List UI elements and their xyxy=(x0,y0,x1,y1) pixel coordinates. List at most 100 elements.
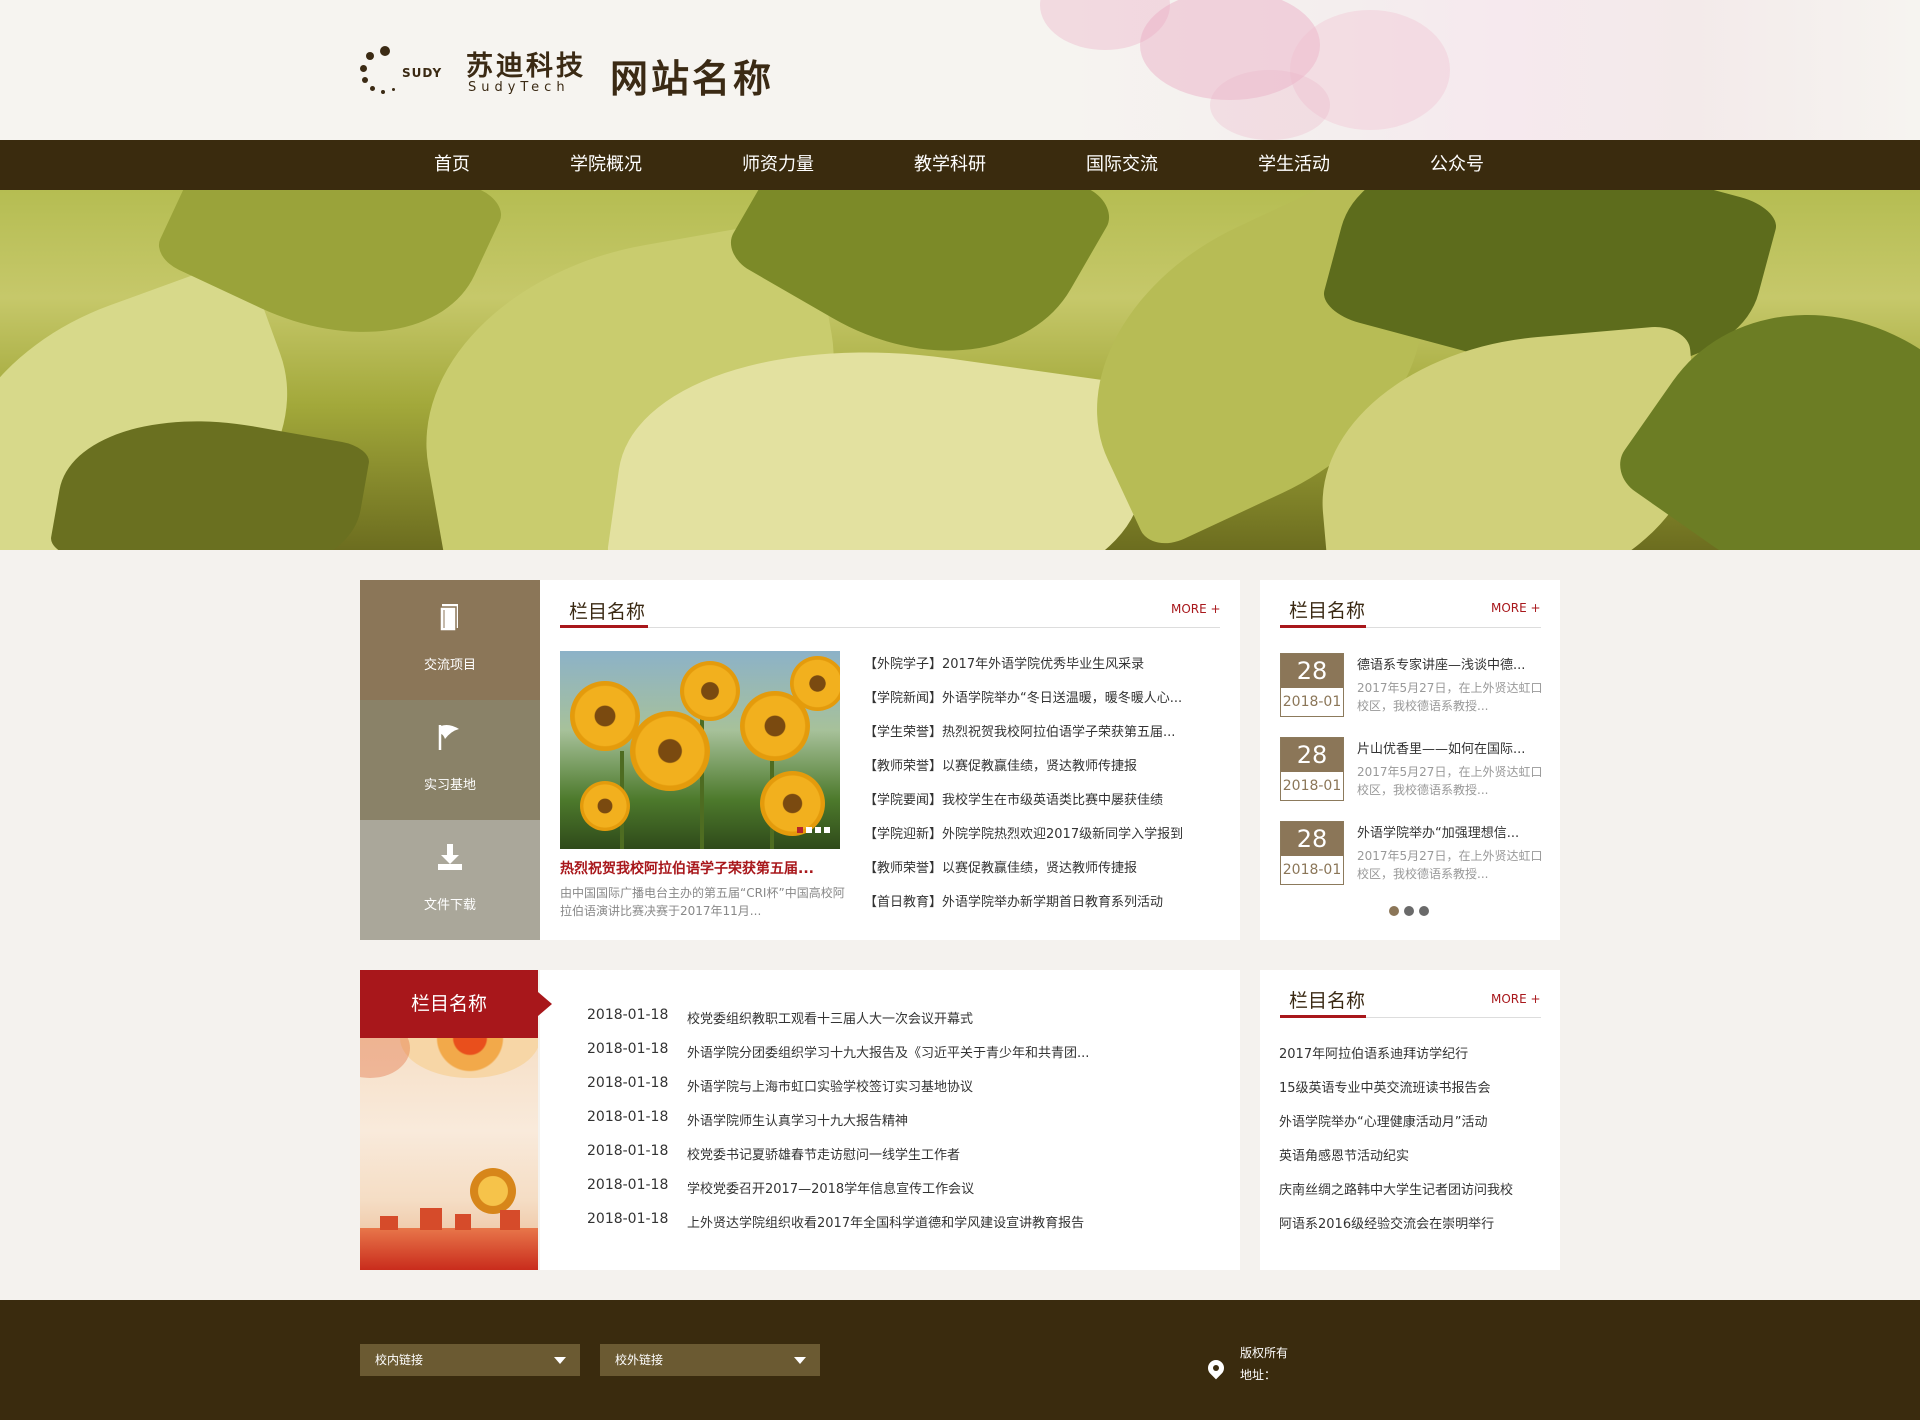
notice-date: 2018-01-18 xyxy=(587,1177,669,1193)
notice-date: 2018-01-18 xyxy=(587,1007,669,1023)
carousel-dot[interactable] xyxy=(1404,906,1414,916)
news-item[interactable]: 【学院迎新】外院学院热烈欢迎2017级新同学入学报到 xyxy=(864,823,1183,842)
nav-item-research[interactable]: 教学科研 xyxy=(914,140,986,190)
nav-item-student[interactable]: 学生活动 xyxy=(1258,140,1330,190)
links-section-title: 栏目名称 xyxy=(1289,990,1366,1012)
quick-link-internship[interactable]: 实习基地 xyxy=(360,700,540,820)
book-icon xyxy=(360,602,540,640)
event-desc: 2017年5月27日，在上外贤达虹口校区，我校德语系教授... xyxy=(1357,849,1543,881)
section-title-underline xyxy=(560,625,648,628)
location-pin-icon-hole xyxy=(1213,1365,1219,1371)
events-section-title: 栏目名称 xyxy=(1289,600,1366,622)
petal-decoration xyxy=(1210,70,1330,140)
section-divider xyxy=(560,627,1220,628)
event-title[interactable]: 德语系专家讲座—浅谈中德... xyxy=(1357,654,1525,673)
event-year-month: 2018-01 xyxy=(1281,856,1343,884)
notice-date: 2018-01-18 xyxy=(587,1075,669,1091)
section-title-underline xyxy=(1280,1015,1366,1018)
site-header: SUDY 苏迪科技 SudyTech 网站名称 xyxy=(0,0,1920,140)
notice-title[interactable]: 外语学院与上海市虹口实验学校签订实习基地协议 xyxy=(687,1076,973,1095)
event-day: 28 xyxy=(1281,822,1343,856)
quick-link-exchange[interactable]: 交流项目 xyxy=(360,580,540,700)
site-title: 网站名称 xyxy=(610,57,775,101)
quick-link-label: 文件下载 xyxy=(423,898,476,913)
notice-title[interactable]: 外语学院分团委组织学习十九大报告及《习近平关于青少年和共青团... xyxy=(687,1042,1089,1061)
nav-item-faculty[interactable]: 师资力量 xyxy=(742,140,814,190)
notice-title[interactable]: 校党委书记夏骄雄春节走访慰问一线学生工作者 xyxy=(687,1144,960,1163)
notice-title[interactable]: 校党委组织教职工观看十三届人大一次会议开幕式 xyxy=(687,1008,973,1027)
event-title[interactable]: 片山优香里——如何在国际... xyxy=(1357,738,1525,757)
photo-dot[interactable] xyxy=(797,827,803,833)
events-more-link[interactable]: MORE + xyxy=(1491,601,1541,615)
list-item[interactable]: 外语学院举办“心理健康活动月”活动 xyxy=(1279,1111,1487,1130)
photo-dot[interactable] xyxy=(824,827,830,833)
event-date-badge[interactable]: 28 2018-01 xyxy=(1280,653,1344,717)
photo-pagination xyxy=(794,818,830,837)
footer-copyright: 版权所有 xyxy=(1240,1346,1289,1360)
flag-icon xyxy=(360,722,540,760)
news-item[interactable]: 【教师荣誉】以赛促教赢佳绩，贤达教师传捷报 xyxy=(864,857,1137,876)
external-links-select[interactable]: 校外链接 xyxy=(600,1344,820,1376)
quick-link-label: 交流项目 xyxy=(423,658,476,673)
event-date-badge[interactable]: 28 2018-01 xyxy=(1280,821,1344,885)
event-year-month: 2018-01 xyxy=(1281,772,1343,800)
carousel-dot[interactable] xyxy=(1389,906,1399,916)
event-date-badge[interactable]: 28 2018-01 xyxy=(1280,737,1344,801)
news-item[interactable]: 【学生荣誉】热烈祝贺我校阿拉伯语学子荣获第五届... xyxy=(864,721,1175,740)
logo-company-name: 苏迪科技 xyxy=(466,51,586,82)
quick-link-label: 实习基地 xyxy=(423,778,476,793)
news-feature-image[interactable] xyxy=(560,651,840,849)
news-feature-title[interactable]: 热烈祝贺我校阿拉伯语学子荣获第五届... xyxy=(560,858,814,878)
title-arrow-decoration xyxy=(538,992,552,1016)
list-item[interactable]: 英语角感恩节活动纪实 xyxy=(1279,1145,1409,1164)
carousel-dot[interactable] xyxy=(1419,906,1429,916)
news-more-link[interactable]: MORE + xyxy=(1171,602,1221,616)
news-feature-desc: 由中国国际广播电台主办的第五届“CRI杯”中国高校阿拉伯语演讲比赛决赛于2017… xyxy=(560,886,845,918)
news-item[interactable]: 【首日教育】外语学院举办新学期首日教育系列活动 xyxy=(864,891,1163,910)
list-item[interactable]: 2017年阿拉伯语系迪拜访学纪行 xyxy=(1279,1043,1468,1062)
event-day: 28 xyxy=(1281,654,1343,688)
notice-title[interactable]: 学校党委召开2017—2018学年信息宣传工作会议 xyxy=(687,1178,974,1197)
site-footer xyxy=(0,1300,1920,1420)
list-item[interactable]: 庆南丝绸之路韩中大学生记者团访问我校 xyxy=(1279,1179,1513,1198)
section-title-underline xyxy=(1280,625,1366,628)
news-section-title: 栏目名称 xyxy=(569,601,646,623)
news-item[interactable]: 【教师荣誉】以赛促教赢佳绩，贤达教师传捷报 xyxy=(864,755,1137,774)
nav-item-wechat[interactable]: 公众号 xyxy=(1430,140,1484,190)
notice-date: 2018-01-18 xyxy=(587,1143,669,1159)
select-label: 校内链接 xyxy=(375,1353,424,1367)
chevron-down-icon xyxy=(794,1357,806,1364)
quick-link-download[interactable]: 文件下载 xyxy=(360,820,540,940)
nav-item-international[interactable]: 国际交流 xyxy=(1086,140,1158,190)
event-desc: 2017年5月27日，在上外贤达虹口校区，我校德语系教授... xyxy=(1357,681,1543,713)
photo-dot[interactable] xyxy=(815,827,821,833)
main-nav: 首页 学院概况 师资力量 教学科研 国际交流 学生活动 公众号 xyxy=(0,140,1920,190)
notice-date: 2018-01-18 xyxy=(587,1041,669,1057)
hero-banner[interactable] xyxy=(0,190,1920,550)
logo-company-en: SudyTech xyxy=(468,80,570,95)
nav-item-home[interactable]: 首页 xyxy=(434,140,470,190)
notice-title[interactable]: 外语学院师生认真学习十九大报告精神 xyxy=(687,1110,908,1129)
event-desc: 2017年5月27日，在上外贤达虹口校区，我校德语系教授... xyxy=(1357,765,1543,797)
notice-title[interactable]: 上外贤达学院组织收看2017年全国科学道德和学风建设宣讲教育报告 xyxy=(687,1212,1084,1231)
list-item[interactable]: 阿语系2016级经验交流会在崇明举行 xyxy=(1279,1213,1494,1232)
photo-dot[interactable] xyxy=(806,827,812,833)
news-item[interactable]: 【学院新闻】外语学院举办“冬日送温暖，暖冬暖人心... xyxy=(864,687,1182,706)
footer-address: 地址： xyxy=(1240,1368,1277,1382)
notices-section-title: 栏目名称 xyxy=(360,970,538,1038)
links-more-link[interactable]: MORE + xyxy=(1491,992,1541,1006)
nav-item-about[interactable]: 学院概况 xyxy=(570,140,642,190)
event-year-month: 2018-01 xyxy=(1281,688,1343,716)
notice-date: 2018-01-18 xyxy=(587,1109,669,1125)
event-day: 28 xyxy=(1281,738,1343,772)
logo-sudy-text: SUDY xyxy=(402,66,443,80)
news-item[interactable]: 【学院要闻】我校学生在市级英语类比赛中屡获佳绩 xyxy=(864,789,1163,808)
event-title[interactable]: 外语学院举办“加强理想信... xyxy=(1357,822,1519,841)
internal-links-select[interactable]: 校内链接 xyxy=(360,1344,580,1376)
news-item[interactable]: 【外院学子】2017年外语学院优秀毕业生风采录 xyxy=(864,653,1144,672)
notice-date: 2018-01-18 xyxy=(587,1211,669,1227)
list-item[interactable]: 15级英语专业中英交流班读书报告会 xyxy=(1279,1077,1491,1096)
download-icon xyxy=(360,842,540,880)
party-emblem-image xyxy=(360,1038,538,1270)
chevron-down-icon xyxy=(554,1357,566,1364)
